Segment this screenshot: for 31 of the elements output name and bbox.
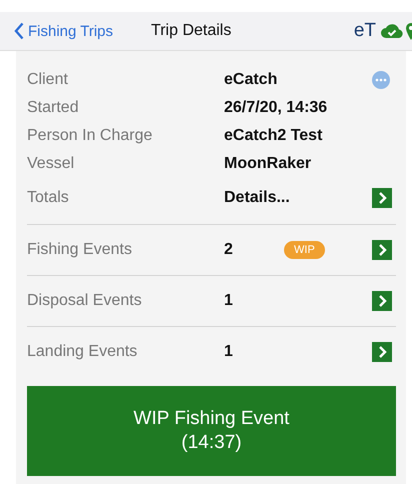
field-label: Client bbox=[27, 70, 69, 88]
row-label: Fishing Events bbox=[27, 241, 133, 259]
cloud-check-icon bbox=[380, 23, 404, 39]
field-label: Vessel bbox=[27, 155, 76, 173]
row-value: Details... bbox=[224, 189, 291, 207]
chevron-right-icon bbox=[378, 244, 386, 256]
screen-title: Trip Details bbox=[151, 22, 232, 40]
chevron-right-icon bbox=[378, 295, 386, 307]
row-label: Disposal Events bbox=[27, 292, 143, 310]
row-label: Totals bbox=[27, 189, 70, 207]
open-button[interactable] bbox=[372, 342, 392, 362]
brand-label: eT bbox=[354, 20, 376, 42]
open-button[interactable] bbox=[372, 240, 392, 260]
status-badge: WIP bbox=[284, 241, 325, 259]
field-value: eCatch2 Test bbox=[224, 127, 324, 145]
chevron-right-icon bbox=[378, 192, 386, 204]
back-chevron-icon bbox=[14, 22, 24, 40]
field-value: MoonRaker bbox=[224, 155, 312, 173]
chevron-right-icon bbox=[378, 346, 386, 358]
wip-event-button[interactable]: WIP Fishing Event (14:37) bbox=[27, 386, 396, 476]
row-label: Landing Events bbox=[27, 343, 138, 361]
field-label: Started bbox=[27, 99, 80, 117]
row-value: 1 bbox=[224, 343, 234, 361]
back-button[interactable]: Fishing Trips bbox=[14, 22, 114, 40]
open-button[interactable] bbox=[372, 188, 392, 208]
field-value: eCatch bbox=[224, 70, 278, 88]
field-label: Person In Charge bbox=[27, 127, 154, 145]
field-value: 26/7/20, 14:36 bbox=[224, 99, 328, 117]
open-button[interactable] bbox=[372, 291, 392, 311]
row-value: 1 bbox=[224, 292, 234, 310]
row-value: 2 bbox=[224, 241, 234, 259]
